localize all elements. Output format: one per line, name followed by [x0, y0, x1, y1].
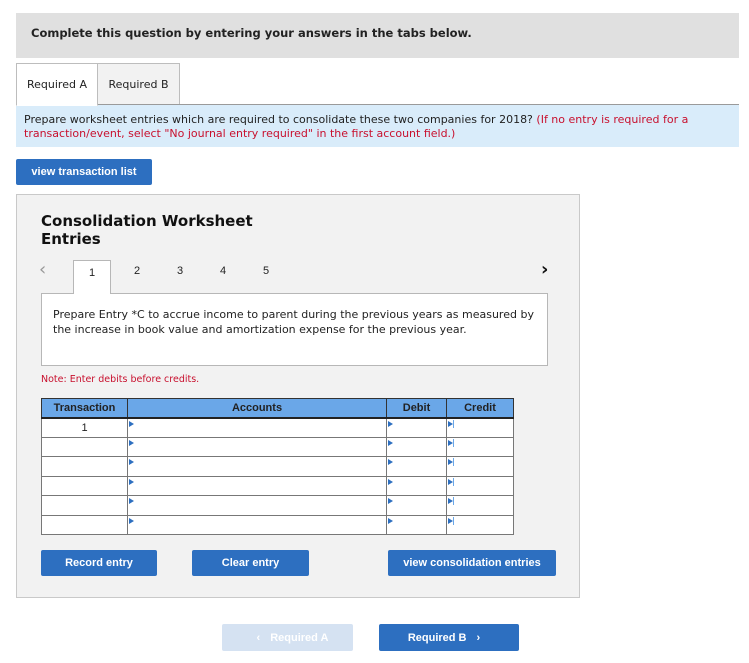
input-indicator-icon [388, 459, 393, 465]
table-header-row: Transaction Accounts Debit Credit [41, 398, 514, 419]
tab-required-a[interactable]: Required A [16, 63, 98, 106]
table-row [41, 456, 514, 477]
credit-input[interactable] [446, 436, 514, 457]
next-required-label: Required B [407, 631, 467, 644]
journal-entry-table: Transaction Accounts Debit Credit 1 [41, 398, 514, 535]
dropdown-indicator-icon [129, 439, 134, 446]
credit-input[interactable] [446, 456, 514, 477]
page-tab-1[interactable]: 1 [73, 260, 111, 294]
account-select[interactable] [127, 514, 387, 535]
debit-input[interactable] [386, 456, 447, 477]
view-transaction-list-button[interactable]: view transaction list [16, 159, 152, 185]
input-indicator-icon [388, 498, 393, 504]
instruction-banner: Complete this question by entering your … [16, 13, 739, 58]
entry-prompt: Prepare Entry *C to accrue income to par… [41, 293, 548, 366]
text-cursor-icon [453, 497, 454, 505]
debit-credit-note: Note: Enter debits before credits. [41, 374, 200, 385]
prev-required-a-button[interactable]: ‹ Required A [222, 624, 353, 651]
worksheet-title: Consolidation Worksheet Entries [41, 212, 253, 248]
page-tab-4[interactable]: 4 [220, 265, 226, 277]
transaction-cell [41, 456, 128, 477]
transaction-cell [41, 436, 128, 457]
dropdown-indicator-icon [129, 459, 134, 465]
credit-input[interactable] [446, 417, 514, 438]
question-prompt: Prepare worksheet entries which are requ… [16, 105, 739, 147]
dropdown-indicator-icon [129, 420, 134, 427]
dropdown-indicator-icon [129, 517, 134, 524]
account-select[interactable] [127, 417, 387, 438]
instruction-text: Complete this question by entering your … [31, 26, 472, 40]
credit-input[interactable] [446, 475, 514, 496]
dropdown-indicator-icon [129, 478, 134, 485]
table-row: 1 [41, 417, 514, 438]
column-header-accounts: Accounts [127, 398, 387, 419]
account-select[interactable] [127, 436, 387, 457]
page-tab-3[interactable]: 3 [177, 265, 183, 277]
transaction-cell: 1 [41, 417, 128, 438]
page-tab-5[interactable]: 5 [263, 265, 269, 277]
debit-input[interactable] [386, 436, 447, 457]
input-indicator-icon [388, 517, 393, 524]
table-row [41, 475, 514, 496]
credit-input[interactable] [446, 495, 514, 516]
table-row [41, 495, 514, 516]
chevron-right-icon: › [476, 631, 481, 644]
input-indicator-icon [388, 478, 393, 485]
view-consolidation-entries-button[interactable]: view consolidation entries [388, 550, 556, 576]
debit-input[interactable] [386, 417, 447, 438]
column-header-credit: Credit [446, 398, 514, 419]
page-tab-2[interactable]: 2 [134, 265, 140, 277]
credit-input[interactable] [446, 514, 514, 535]
entry-prompt-text: Prepare Entry *C to accrue income to par… [53, 308, 534, 336]
tab-required-b[interactable]: Required B [97, 63, 180, 105]
prev-page-icon[interactable]: ‹ [39, 259, 46, 280]
next-required-b-button[interactable]: Required B › [379, 624, 519, 651]
next-page-icon[interactable]: › [541, 259, 548, 280]
text-cursor-icon [453, 419, 454, 428]
table-row [41, 436, 514, 457]
clear-entry-button[interactable]: Clear entry [192, 550, 309, 576]
text-cursor-icon [453, 477, 454, 486]
debit-input[interactable] [386, 495, 447, 516]
transaction-cell [41, 514, 128, 535]
account-select[interactable] [127, 475, 387, 496]
question-text: Prepare worksheet entries which are requ… [24, 113, 533, 126]
table-row [41, 514, 514, 535]
text-cursor-icon [453, 438, 454, 447]
chevron-left-icon: ‹ [256, 631, 261, 644]
transaction-cell [41, 475, 128, 496]
debit-input[interactable] [386, 475, 447, 496]
dropdown-indicator-icon [129, 498, 134, 504]
text-cursor-icon [453, 516, 454, 525]
record-entry-button[interactable]: Record entry [41, 550, 157, 576]
debit-input[interactable] [386, 514, 447, 535]
text-cursor-icon [453, 458, 454, 466]
prev-required-label: Required A [270, 631, 329, 644]
input-indicator-icon [388, 439, 393, 446]
account-select[interactable] [127, 456, 387, 477]
column-header-transaction: Transaction [41, 398, 128, 419]
transaction-cell [41, 495, 128, 516]
entry-pager: ‹ 1 2 3 4 5 › [17, 255, 581, 294]
consolidation-worksheet-panel: Consolidation Worksheet Entries ‹ 1 2 3 … [16, 194, 580, 598]
column-header-debit: Debit [386, 398, 447, 419]
account-select[interactable] [127, 495, 387, 516]
input-indicator-icon [388, 420, 393, 427]
